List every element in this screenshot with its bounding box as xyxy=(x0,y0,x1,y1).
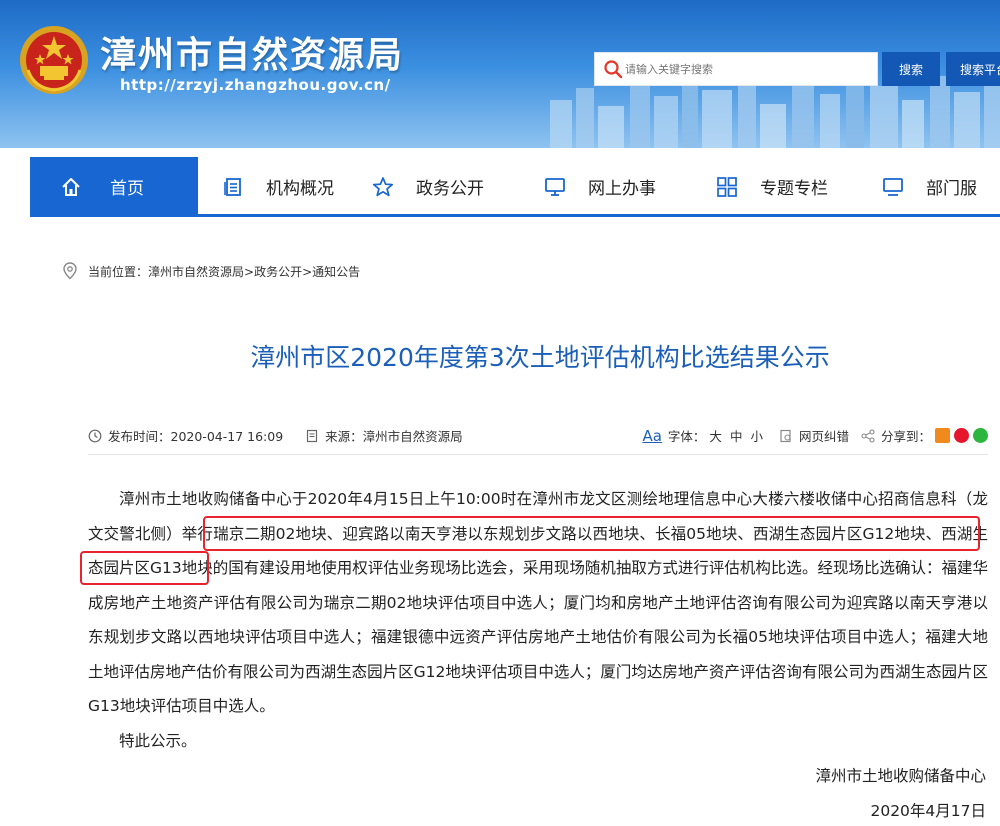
publish-time: 发布时间：2020-04-17 16:09 xyxy=(108,429,284,444)
main-nav: 首页 机构概况 政务公开 网上办事 专题专栏 部门服 xyxy=(30,157,1000,216)
breadcrumb-path[interactable]: 漳州市自然资源局>政务公开>通知公告 xyxy=(148,263,360,280)
nav-item-topics[interactable]: 专题专栏 xyxy=(708,157,874,216)
nav-item-gov-affairs[interactable]: 政务公开 xyxy=(364,157,536,216)
nav-item-label: 政务公开 xyxy=(416,179,484,199)
share-label: 分享到： xyxy=(880,429,931,444)
search-input[interactable] xyxy=(625,54,865,84)
share-weibo-icon[interactable] xyxy=(954,428,969,443)
share-icon xyxy=(861,428,875,443)
star-icon xyxy=(372,176,394,196)
font-small-button[interactable]: 小 xyxy=(750,426,763,445)
national-emblem-icon xyxy=(20,26,88,94)
nav-item-label: 机构概况 xyxy=(266,179,334,199)
nav-underline xyxy=(30,214,1000,217)
nav-item-online-services[interactable]: 网上办事 xyxy=(536,157,708,216)
meta-divider xyxy=(88,454,988,455)
highlight-box xyxy=(203,516,980,551)
article-meta-bar: 发布时间：2020-04-17 16:09 来源：漳州市自然资源局 Aa 字体：… xyxy=(88,426,988,448)
error-report-icon xyxy=(780,429,791,442)
error-report-link[interactable]: 网页纠错 xyxy=(799,426,849,445)
breadcrumb-prefix: 当前位置： xyxy=(88,264,149,279)
site-header-banner: 漳州市自然资源局 http://zrzyj.zhangzhou.gov.cn/ … xyxy=(0,0,1000,148)
signature-date: 2020年4月17日 xyxy=(870,802,986,820)
grid-icon xyxy=(717,176,737,197)
search-icon xyxy=(604,60,623,79)
nav-item-organization[interactable]: 机构概况 xyxy=(198,157,364,216)
document-list-icon xyxy=(224,177,241,196)
share-wechat-icon[interactable] xyxy=(973,428,988,443)
monitor-icon xyxy=(545,177,565,196)
share-qzone-icon[interactable] xyxy=(935,428,950,443)
nav-item-label: 首页 xyxy=(110,179,144,199)
search-button[interactable]: 搜索 xyxy=(882,52,940,86)
nav-item-label: 专题专栏 xyxy=(760,179,828,199)
breadcrumb: 当前位置： 漳州市自然资源局>政务公开>通知公告 xyxy=(62,262,360,280)
site-title[interactable]: 漳州市自然资源局 xyxy=(100,26,404,78)
font-medium-button[interactable]: 中 xyxy=(730,426,743,445)
article-paragraph: 特此公示。 xyxy=(119,731,197,750)
article-title: 漳州市区2020年度第3次土地评估机构比选结果公示 xyxy=(250,343,830,372)
nav-item-label: 部门服 xyxy=(926,179,977,199)
source-document-icon xyxy=(307,429,318,442)
home-icon xyxy=(62,177,80,196)
font-large-button[interactable]: 大 xyxy=(709,426,722,445)
nav-item-label: 网上办事 xyxy=(588,179,656,199)
signature-org: 漳州市土地收购储备中心 xyxy=(815,767,986,785)
screen-icon xyxy=(883,177,903,196)
search-box xyxy=(594,52,878,86)
nav-item-department-services[interactable]: 部门服 xyxy=(874,157,1000,216)
nav-item-home[interactable]: 首页 xyxy=(30,157,198,216)
highlight-box xyxy=(80,551,209,585)
font-size-aa-icon: Aa xyxy=(642,426,662,445)
article-source: 来源：漳州市自然资源局 xyxy=(325,429,463,444)
location-pin-icon xyxy=(63,262,77,280)
site-url[interactable]: http://zrzyj.zhangzhou.gov.cn/ xyxy=(120,76,391,94)
search-platform-button[interactable]: 搜索平台 xyxy=(946,52,1000,86)
clock-icon xyxy=(88,429,102,442)
font-size-label: 字体： xyxy=(667,429,706,444)
